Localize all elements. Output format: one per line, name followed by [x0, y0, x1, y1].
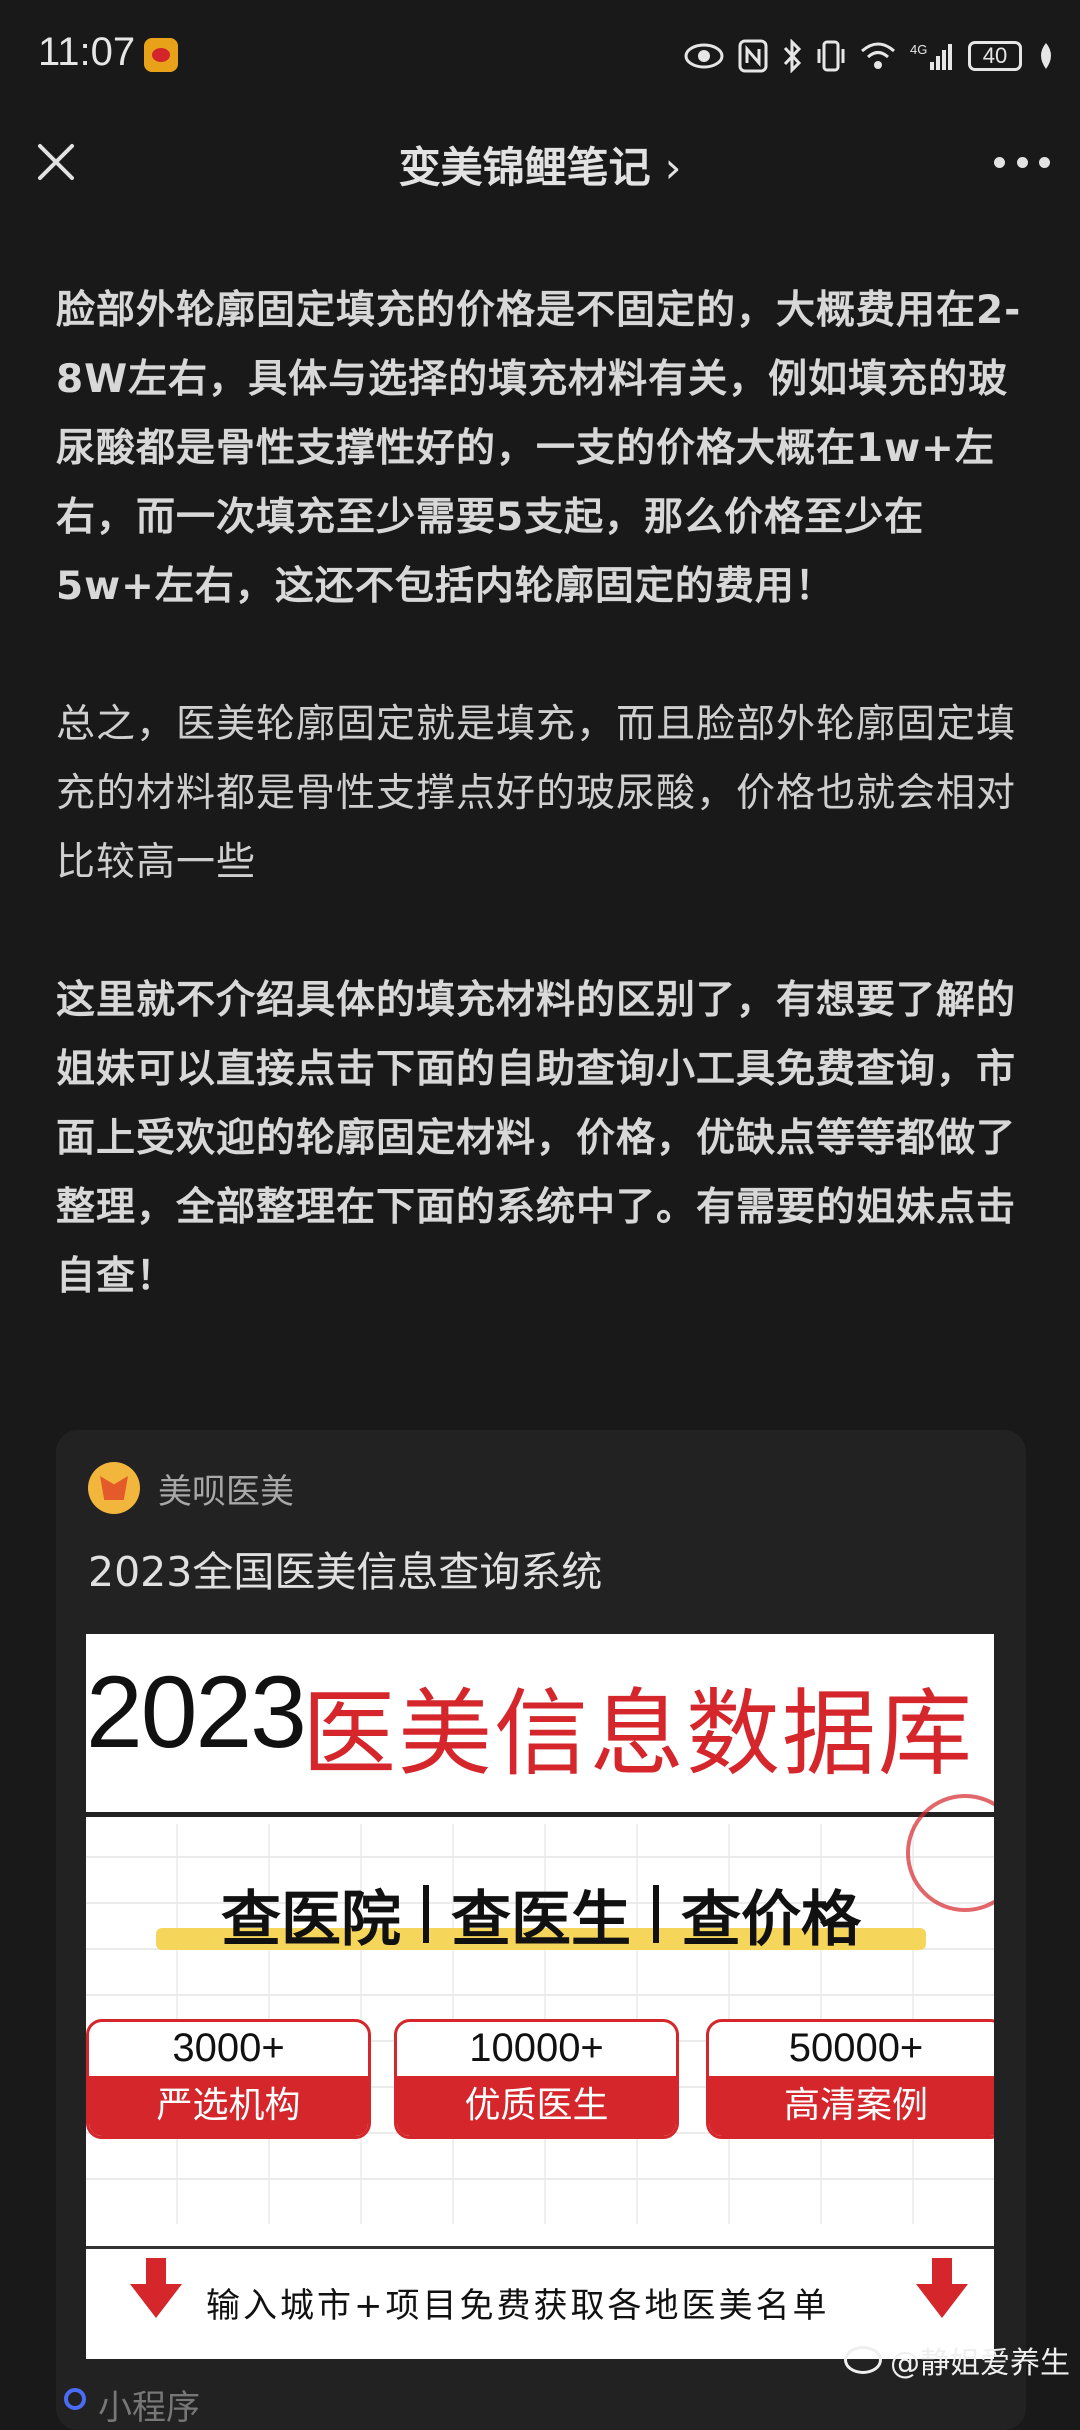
- status-bar: 11:07 4G 40: [0, 0, 1080, 110]
- more-options-button[interactable]: [994, 154, 1050, 170]
- poster-year: 2023: [86, 1655, 307, 1769]
- nav-bar: 变美锦鲤笔记 ›: [0, 110, 1080, 220]
- stat-number: 3000+: [172, 2026, 285, 2070]
- more-dot-icon: [994, 156, 1005, 168]
- card-title: 2023全国医美信息查询系统: [88, 1548, 603, 1596]
- mini-program-label: 小程序: [98, 2388, 200, 2428]
- stat-label: 优质医生: [397, 2076, 676, 2136]
- stat-cases: 50000+ 高清案例: [706, 2019, 994, 2139]
- divider: [86, 2246, 994, 2249]
- weibo-notification-icon: [144, 38, 178, 72]
- stat-label: 高清案例: [709, 2076, 994, 2136]
- leaf-icon: [1036, 41, 1056, 71]
- status-icons: 4G 40: [684, 34, 1056, 78]
- divider: [86, 1812, 994, 1817]
- chevron-right-icon: ›: [664, 143, 682, 192]
- wifi-icon: [860, 41, 896, 71]
- signal-icon: 4G: [910, 40, 954, 72]
- vibrate-icon: [816, 39, 846, 73]
- stat-doctors: 10000+ 优质医生: [394, 2019, 679, 2139]
- eye-icon: [684, 42, 724, 70]
- search-price-label: 查价格: [681, 1884, 861, 1955]
- stat-label: 严选机构: [89, 2076, 368, 2136]
- stat-number: 50000+: [788, 2026, 924, 2070]
- poster-footer-text: 输入城市+项目免费获取各地医美名单: [206, 2286, 830, 2326]
- stat-number: 10000+: [469, 2026, 604, 2070]
- stat-institutions: 3000+ 严选机构: [86, 2019, 371, 2139]
- weibo-icon: [844, 2346, 882, 2374]
- poster-image[interactable]: 2023 医美信息数据库 查医院 查医生 查价格 3000+ 严选机构 1000…: [86, 1634, 994, 2359]
- account-name: 变美锦鲤笔记: [398, 143, 651, 192]
- bluetooth-icon: [782, 39, 802, 73]
- article-paragraph: 这里就不介绍具体的填充材料的区别了，有想要了解的姐妹可以直接点击下面的自助查询小…: [56, 978, 1017, 1299]
- article-paragraph: 脸部外轮廓固定填充的价格是不固定的，大概费用在2-8W左右，具体与选择的填充材料…: [56, 288, 1022, 609]
- more-dot-icon: [1016, 156, 1028, 168]
- article-paragraph: 总之，医美轮廓固定就是填充，而且脸部外轮廓固定填充的材料都是骨性支撑点好的玻尿酸…: [56, 702, 1017, 885]
- brand-name: 美呗医美: [158, 1471, 294, 1512]
- card-brand: 美呗医美: [88, 1462, 294, 1514]
- battery-icon: 40: [968, 41, 1022, 71]
- search-hospital-label: 查医院: [221, 1884, 401, 1955]
- watermark-text: @静姐爱养生: [890, 2346, 1070, 2381]
- poster-search-row: 查医院 查医生 查价格: [146, 1864, 936, 1964]
- separator: [423, 1885, 429, 1943]
- more-dot-icon: [1039, 156, 1050, 168]
- nfc-icon: [738, 39, 768, 73]
- account-title-link[interactable]: 变美锦鲤笔记 ›: [0, 134, 1080, 195]
- article-body: 脸部外轮廓固定填充的价格是不固定的，大概费用在2-8W左右，具体与选择的填充材料…: [56, 276, 1026, 1311]
- mini-program-card[interactable]: 美呗医美 2023全国医美信息查询系统 2023 医美信息数据库 查医院 查医生…: [56, 1430, 1026, 2430]
- network-label: 4G: [910, 42, 927, 57]
- search-doctor-label: 查医生: [451, 1884, 631, 1955]
- fox-logo-icon: [88, 1462, 140, 1514]
- poster-header: 2023 医美信息数据库: [86, 1654, 994, 1789]
- watermark: @静姐爱养生: [844, 2338, 1070, 2382]
- status-time: 11:07: [38, 30, 136, 74]
- mini-program-icon: [64, 2388, 86, 2410]
- arrow-down-icon: [916, 2258, 968, 2318]
- arrow-down-icon: [130, 2258, 182, 2318]
- separator: [653, 1885, 659, 1943]
- poster-slogan: 医美信息数据库: [302, 1680, 975, 1789]
